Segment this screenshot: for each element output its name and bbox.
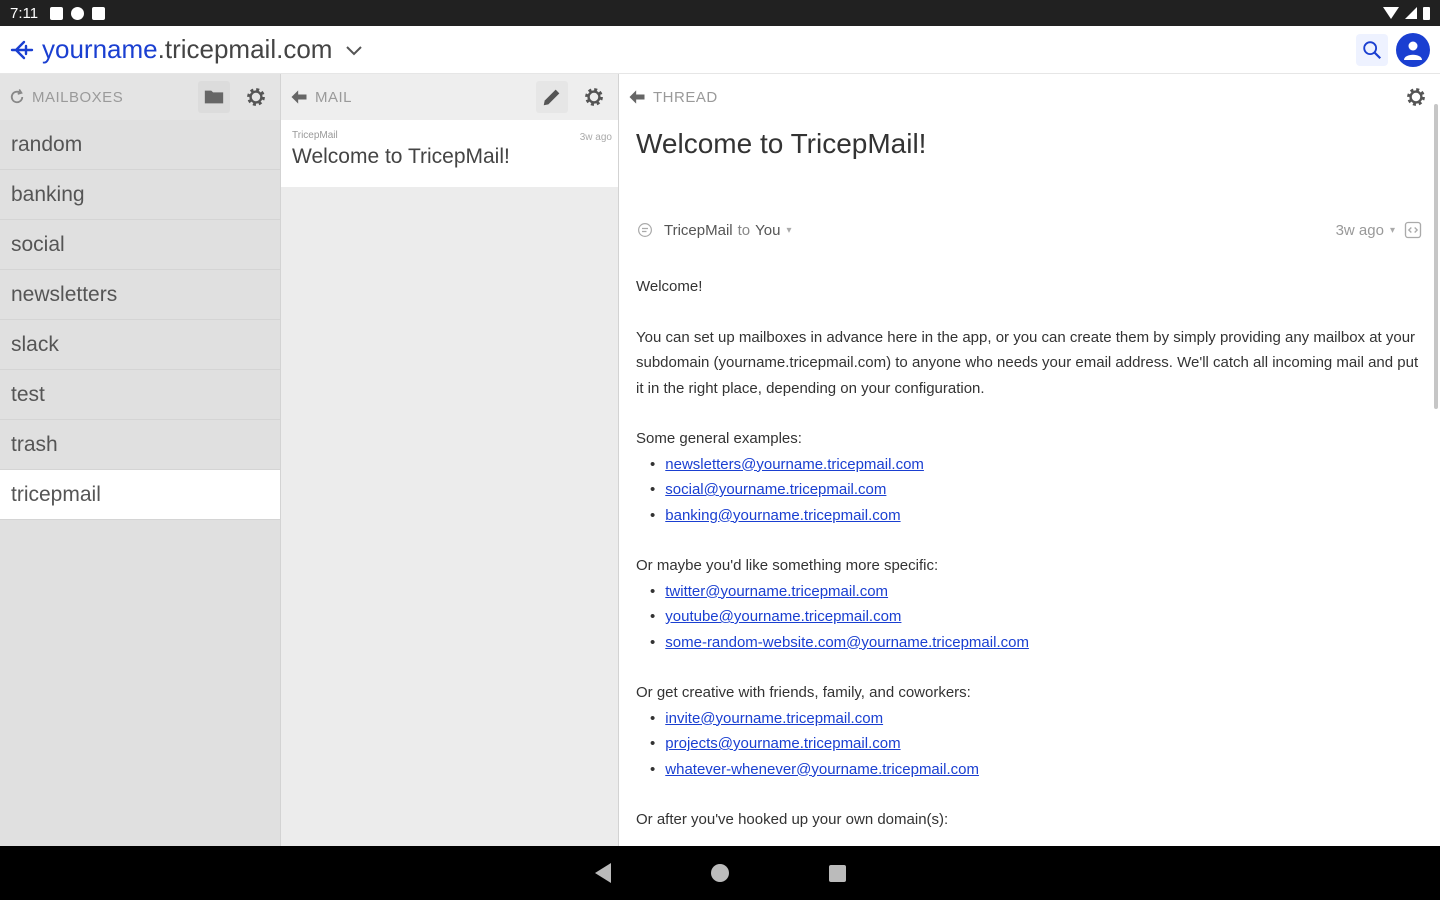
message-intro: You can set up mailboxes in advance here… bbox=[636, 328, 1419, 397]
sd-card-icon bbox=[92, 6, 106, 20]
mailbox-item-newsletters[interactable]: newsletters bbox=[0, 270, 280, 320]
gear-icon bbox=[585, 88, 603, 106]
gear-icon bbox=[1407, 88, 1425, 106]
section-label: Or maybe you'd like something more speci… bbox=[636, 557, 939, 574]
email-link[interactable]: invite@yourname.tricepmail.com bbox=[665, 710, 883, 727]
section-label: Some general examples: bbox=[636, 430, 802, 447]
wifi-icon bbox=[1383, 7, 1399, 19]
domain-rest: .tricepmail.com bbox=[157, 34, 333, 64]
list-item: invite@yourname.tricepmail.com bbox=[665, 706, 1423, 732]
thread-subject: Welcome to TricepMail! bbox=[636, 128, 927, 159]
battery-icon bbox=[1423, 6, 1430, 20]
mailbox-list: random banking social newsletters slack … bbox=[0, 120, 280, 520]
thread-header: THREAD bbox=[619, 74, 1440, 120]
new-mailbox-button[interactable] bbox=[198, 81, 230, 113]
tricepmail-logo-icon bbox=[10, 40, 34, 59]
arrow-left-icon[interactable] bbox=[289, 87, 309, 107]
mailbox-item-social[interactable]: social bbox=[0, 220, 280, 270]
arrow-left-icon[interactable] bbox=[627, 87, 647, 107]
email-link[interactable]: youtube@yourname.tricepmail.com bbox=[665, 608, 901, 625]
thread-pane: THREAD Welcome to TricepMail! TricepMail… bbox=[619, 74, 1440, 846]
email-link[interactable]: whatever-whenever@yourname.tricepmail.co… bbox=[665, 761, 979, 778]
mailboxes-title: MAILBOXES bbox=[32, 88, 124, 106]
message-from: TricepMail bbox=[664, 221, 733, 239]
section-label: Or after you've hooked up your own domai… bbox=[636, 811, 949, 828]
mailboxes-header: MAILBOXES bbox=[0, 74, 280, 120]
recipient-dropdown-icon[interactable]: ▾ bbox=[786, 225, 791, 236]
mailbox-item-tricepmail[interactable]: tricepmail bbox=[0, 470, 280, 520]
mail-list-item[interactable]: TricepMail 3w ago Welcome to TricepMail! bbox=[281, 120, 618, 187]
search-button[interactable] bbox=[1356, 33, 1388, 66]
app-header: yourname.tricepmail.com bbox=[0, 26, 1440, 74]
message-time: 3w ago bbox=[1335, 221, 1384, 239]
notification-icon bbox=[50, 6, 64, 20]
mail-sender: TricepMail bbox=[292, 130, 338, 141]
email-link[interactable]: some-random-website.com@yourname.tricepm… bbox=[665, 634, 1029, 651]
mailbox-item-banking[interactable]: banking bbox=[0, 170, 280, 220]
signal-icon bbox=[1405, 7, 1417, 19]
account-avatar[interactable] bbox=[1396, 32, 1430, 67]
mailboxes-settings-button[interactable] bbox=[240, 81, 272, 113]
list-item: newsletters@yourname.tricepmail.com bbox=[665, 452, 1423, 478]
mailbox-item-trash[interactable]: trash bbox=[0, 420, 280, 470]
example-list: twitter@yourname.tricepmail.com youtube@… bbox=[665, 579, 1423, 656]
person-icon bbox=[1404, 41, 1422, 60]
compose-button[interactable] bbox=[536, 81, 568, 113]
scrollbar-thumb[interactable] bbox=[1434, 104, 1438, 409]
mail-title: MAIL bbox=[315, 88, 353, 106]
mail-pane: MAIL TricepMail 3w ago Welcome to Tricep… bbox=[281, 74, 619, 846]
email-link[interactable]: social@yourname.tricepmail.com bbox=[665, 481, 886, 498]
mailbox-item-test[interactable]: test bbox=[0, 370, 280, 420]
example-list: invite@yourname.tricepmail.com projects@… bbox=[665, 706, 1423, 783]
mailbox-item-slack[interactable]: slack bbox=[0, 320, 280, 370]
email-link[interactable]: newsletters@yourname.tricepmail.com bbox=[665, 456, 924, 473]
folder-icon bbox=[204, 90, 224, 104]
list-item: twitter@yourname.tricepmail.com bbox=[665, 579, 1423, 605]
message-icon bbox=[638, 223, 652, 237]
mailbox-item-random[interactable]: random bbox=[0, 120, 280, 170]
list-item: projects@yourname.tricepmail.com bbox=[665, 731, 1423, 757]
pencil-icon bbox=[543, 89, 560, 106]
section-label: Or get creative with friends, family, an… bbox=[636, 684, 971, 701]
status-bar: 7:11 bbox=[0, 0, 1440, 26]
gear-icon bbox=[247, 88, 265, 106]
recent-apps-icon[interactable] bbox=[828, 864, 846, 882]
status-time: 7:11 bbox=[10, 4, 39, 22]
message-to: You bbox=[755, 221, 781, 239]
system-nav-bar bbox=[0, 846, 1440, 900]
status-right bbox=[1383, 6, 1430, 20]
thread-settings-button[interactable] bbox=[1400, 81, 1432, 113]
back-icon[interactable] bbox=[594, 863, 611, 883]
email-link[interactable]: twitter@yourname.tricepmail.com bbox=[665, 583, 888, 600]
list-item: some-random-website.com@yourname.tricepm… bbox=[665, 630, 1423, 656]
list-item: banking@yourname.tricepmail.com bbox=[665, 503, 1423, 529]
domain-user: yourname bbox=[42, 34, 158, 64]
email-link[interactable]: banking@yourname.tricepmail.com bbox=[665, 507, 900, 524]
notification-icon-2 bbox=[71, 6, 85, 20]
mail-settings-button[interactable] bbox=[578, 81, 610, 113]
mail-header: MAIL bbox=[281, 74, 618, 120]
message-meta: TricepMail to You ▾ 3w ago ▾ bbox=[619, 210, 1440, 250]
mail-time: 3w ago bbox=[579, 132, 612, 143]
example-list: newsletters@yourname.tricepmail.com soci… bbox=[665, 452, 1423, 529]
email-link[interactable]: projects@yourname.tricepmail.com bbox=[665, 735, 900, 752]
chevron-down-icon[interactable] bbox=[342, 38, 366, 62]
home-icon[interactable] bbox=[710, 864, 729, 882]
thread-title: THREAD bbox=[653, 88, 718, 106]
message-body: Welcome! You can set up mailboxes in adv… bbox=[619, 250, 1440, 833]
list-item: social@yourname.tricepmail.com bbox=[665, 477, 1423, 503]
message-greeting: Welcome! bbox=[636, 278, 703, 295]
list-item: youtube@yourname.tricepmail.com bbox=[665, 604, 1423, 630]
message-to-word: to bbox=[737, 221, 751, 239]
domain-selector[interactable]: yourname.tricepmail.com bbox=[42, 34, 332, 65]
mail-subject: Welcome to TricepMail! bbox=[292, 145, 510, 168]
time-dropdown-icon[interactable]: ▾ bbox=[1390, 225, 1395, 236]
mailboxes-pane: MAILBOXES random banking social newslett… bbox=[0, 74, 281, 846]
refresh-icon[interactable] bbox=[8, 88, 26, 106]
search-icon bbox=[1363, 40, 1382, 59]
list-item: whatever-whenever@yourname.tricepmail.co… bbox=[665, 757, 1423, 783]
raw-source-icon[interactable] bbox=[1403, 220, 1423, 240]
